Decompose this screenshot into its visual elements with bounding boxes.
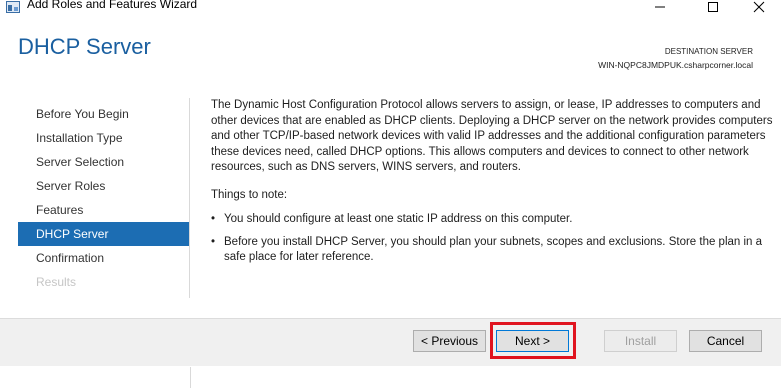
previous-button[interactable]: < Previous [413, 330, 486, 352]
minimize-button[interactable] [637, 0, 683, 14]
nav-item-confirmation[interactable]: Confirmation [18, 246, 189, 270]
title-bar: Add Roles and Features Wizard [0, 0, 781, 14]
notes-list: • You should configure at least one stat… [211, 212, 776, 266]
maximize-button[interactable] [690, 0, 736, 14]
note-text: Before you install DHCP Server, you shou… [224, 235, 763, 264]
bullet-icon: • [211, 235, 216, 248]
server-manager-icon [6, 0, 20, 13]
nav-item-before-you-begin[interactable]: Before You Begin [18, 102, 189, 126]
nav-item-results: Results [36, 275, 77, 289]
list-item: • You should configure at least one stat… [211, 212, 776, 228]
destination-server-name: WIN-NQPC8JMDPUK.csharpcorner.local [598, 60, 753, 70]
destination-server-label: DESTINATION SERVER [664, 47, 753, 56]
page-title: DHCP Server [18, 34, 151, 59]
cancel-button[interactable]: Cancel [689, 330, 762, 352]
nav-item-server-selection[interactable]: Server Selection [18, 150, 189, 174]
install-button: Install [604, 330, 677, 352]
maximize-icon [708, 2, 718, 12]
main-description: The Dynamic Host Configuration Protocol … [211, 98, 776, 273]
intro-paragraph: The Dynamic Host Configuration Protocol … [211, 99, 773, 173]
close-icon [753, 1, 765, 13]
list-item: • Before you install DHCP Server, you sh… [211, 235, 776, 266]
bottom-divider [190, 367, 191, 388]
next-button-highlight [490, 322, 576, 359]
nav-item-server-roles[interactable]: Server Roles [18, 174, 189, 198]
things-to-note-heading: Things to note: [211, 188, 288, 201]
bottom-area [0, 367, 781, 388]
window-title: Add Roles and Features Wizard [27, 0, 198, 11]
nav-item-installation-type[interactable]: Installation Type [18, 126, 189, 150]
note-text: You should configure at least one static… [224, 213, 573, 225]
nav-item-features[interactable]: Features [18, 198, 189, 222]
nav-divider [189, 98, 190, 298]
minimize-icon [655, 6, 665, 8]
bullet-icon: • [211, 213, 216, 225]
close-button[interactable] [736, 0, 781, 14]
wizard-steps-nav: Before You Begin Installation Type Serve… [18, 102, 189, 294]
nav-item-dhcp-server[interactable]: DHCP Server [18, 222, 189, 246]
